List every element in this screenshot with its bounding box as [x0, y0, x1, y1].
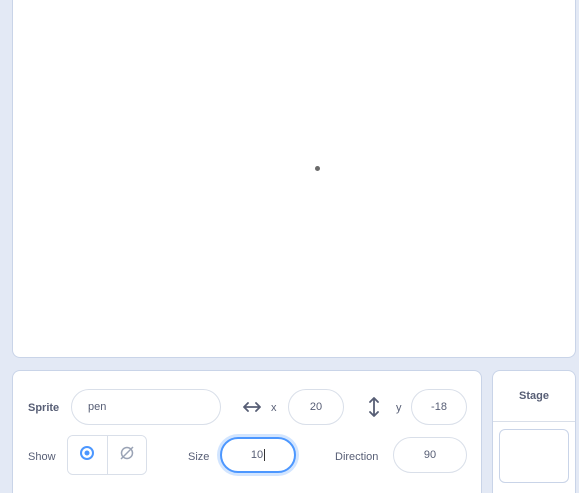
size-label: Size: [188, 451, 210, 463]
eye-crossed-icon: [119, 445, 135, 466]
direction-value: 90: [423, 449, 437, 461]
x-position-input[interactable]: 20: [288, 389, 344, 425]
horizontal-arrows-icon: [243, 399, 261, 415]
x-label: x: [271, 402, 277, 414]
size-value: 10: [250, 449, 264, 461]
stage-selector-panel: Stage: [492, 370, 576, 493]
direction-label: Direction: [335, 451, 379, 463]
direction-input[interactable]: 90: [393, 437, 467, 473]
sprite-info-panel: Sprite pen x 20 y -18 Show Size 10 Direc…: [12, 370, 482, 493]
sprite-name-input[interactable]: pen: [71, 389, 221, 425]
stage-canvas[interactable]: [12, 0, 576, 358]
show-label: Show: [28, 451, 56, 463]
size-input[interactable]: 10: [220, 437, 296, 473]
eye-icon: [79, 445, 95, 466]
show-visible-button[interactable]: [68, 436, 107, 474]
pen-sprite[interactable]: [315, 166, 320, 171]
x-position-value: 20: [309, 401, 323, 413]
show-toggle-group: [67, 435, 147, 475]
vertical-arrows-icon: [368, 396, 380, 418]
stage-title: Stage: [493, 371, 575, 422]
text-caret: [264, 449, 266, 461]
y-position-input[interactable]: -18: [411, 389, 467, 425]
stage-thumbnail[interactable]: [499, 429, 569, 483]
y-label: y: [396, 402, 402, 414]
sprite-label: Sprite: [28, 402, 60, 414]
show-hidden-button[interactable]: [106, 436, 146, 474]
scratch-editor-right-pane: Sprite pen x 20 y -18 Show Size 10 Direc…: [0, 0, 579, 493]
y-position-value: -18: [431, 401, 447, 413]
sprite-name-value: pen: [88, 401, 107, 413]
